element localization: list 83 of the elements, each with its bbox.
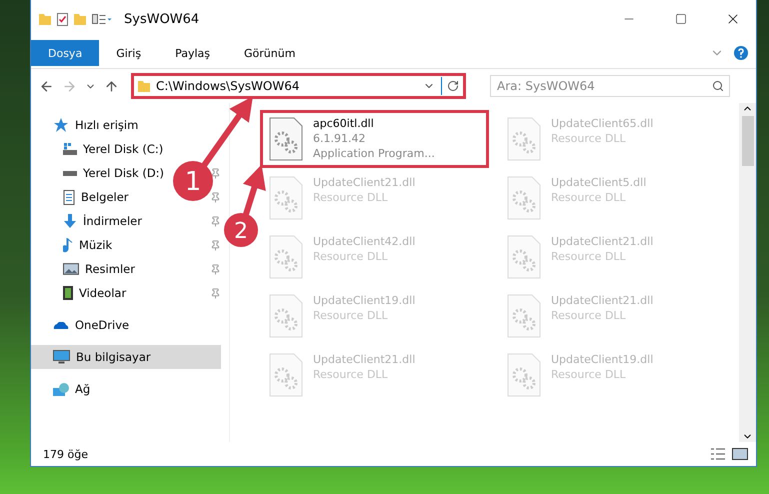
file-detail: Resource DLL	[551, 309, 627, 322]
callout-number: 1	[184, 167, 202, 197]
drive-os-icon	[63, 143, 77, 155]
picture-icon	[63, 263, 79, 275]
file-detail: Resource DLL	[313, 309, 389, 322]
sidebar-item[interactable]: Bu bilgisayar	[31, 345, 221, 369]
file-detail: Resource DLL	[551, 132, 627, 145]
ribbon-tab[interactable]: Giriş	[99, 40, 158, 66]
sidebar-item[interactable]: OneDrive	[31, 313, 138, 337]
search-field[interactable]: Ara: SysWOW64	[490, 75, 730, 97]
window-title: SysWOW64	[124, 12, 200, 26]
dll-file-icon	[269, 353, 303, 397]
document-icon	[63, 190, 75, 204]
computer-icon	[53, 350, 70, 364]
file-name: apc60itl.dll	[313, 117, 375, 130]
refresh-icon[interactable]	[446, 80, 458, 92]
address-path: C:\Windows\SysWOW64	[156, 79, 300, 93]
scrollbar[interactable]	[739, 103, 756, 442]
dll-file-icon	[269, 294, 303, 338]
pin-icon[interactable]	[210, 264, 221, 274]
sidebar-item[interactable]: Belgeler	[31, 185, 137, 209]
thumbnail-view-icon[interactable]	[732, 448, 748, 460]
cloud-icon	[53, 322, 69, 328]
folder-icon	[138, 80, 150, 92]
file-detail: Resource DLL	[313, 250, 389, 263]
sidebar-item[interactable]: Müzik	[31, 233, 120, 257]
dll-file-icon	[507, 294, 541, 338]
file-detail: 6.1.91.42	[313, 132, 366, 145]
sidebar-item[interactable]: Hızlı erişim	[31, 113, 146, 137]
ribbon-tab[interactable]: Görünüm	[227, 40, 312, 66]
star-icon	[53, 118, 69, 132]
pin-icon[interactable]	[210, 240, 221, 250]
dll-file-icon	[269, 235, 303, 279]
file-detail: Resource DLL	[551, 191, 627, 204]
callout-number: 2	[234, 219, 248, 244]
dll-file-icon	[507, 176, 541, 220]
help-icon[interactable]	[734, 46, 748, 60]
sidebar-item[interactable]: İndirmeler	[31, 209, 150, 233]
ribbon-tab[interactable]: Paylaş	[158, 40, 227, 66]
file-name: UpdateClient19.dll	[313, 294, 416, 307]
pin-icon[interactable]	[210, 288, 221, 298]
dll-file-icon	[269, 176, 303, 220]
properties-icon[interactable]	[57, 12, 68, 26]
file-name: UpdateClient21.dll	[551, 294, 654, 307]
file-name: UpdateClient42.dll	[313, 235, 416, 248]
ribbon-tab[interactable]: Dosya	[31, 40, 100, 66]
sidebar-item[interactable]: Ağ	[31, 377, 98, 401]
pin-icon[interactable]	[210, 216, 221, 226]
scrollbar-thumb[interactable]	[742, 116, 754, 166]
dll-file-icon	[507, 235, 541, 279]
address-bar[interactable]: C:\Windows\SysWOW64	[131, 73, 466, 99]
view-icon[interactable]	[92, 14, 112, 24]
file-name: UpdateClient65.dll	[551, 117, 654, 130]
dll-file-icon	[507, 353, 541, 397]
dll-file-icon	[269, 117, 303, 161]
pin-icon[interactable]	[210, 168, 221, 178]
file-name: UpdateClient21.dll	[551, 235, 654, 248]
file-detail: Application Program...	[313, 147, 435, 160]
file-name: UpdateClient19.dll	[551, 353, 654, 366]
sidebar-item[interactable]: Yerel Disk (D:)	[31, 161, 172, 185]
video-icon	[63, 286, 73, 300]
details-view-icon[interactable]	[710, 448, 726, 460]
sidebar-item[interactable]: Yerel Disk (C:)	[31, 137, 172, 161]
file-detail: Resource DLL	[551, 250, 627, 263]
file-name: UpdateClient21.dll	[313, 353, 416, 366]
maximize-icon[interactable]	[675, 13, 687, 25]
dll-file-icon	[507, 117, 541, 161]
file-detail: Resource DLL	[313, 368, 389, 381]
network-icon	[53, 382, 69, 396]
file-name: UpdateClient5.dll	[551, 176, 646, 189]
item-count: 179 öğe	[43, 448, 89, 460]
file-detail: Resource DLL	[551, 368, 627, 381]
download-icon	[63, 214, 77, 228]
sidebar-item[interactable]: Videolar	[31, 281, 134, 305]
file-item[interactable]: apc60itl.dll 6.1.91.42 Application Program...	[260, 110, 489, 168]
sidebar-item[interactable]: Resimler	[31, 257, 143, 281]
music-icon	[63, 238, 73, 252]
pin-icon[interactable]	[210, 192, 221, 202]
drive-icon	[63, 170, 77, 176]
file-name: UpdateClient21.dll	[313, 176, 416, 189]
folder-icon	[39, 14, 51, 24]
search-icon	[712, 80, 724, 92]
file-detail: Resource DLL	[313, 191, 389, 204]
